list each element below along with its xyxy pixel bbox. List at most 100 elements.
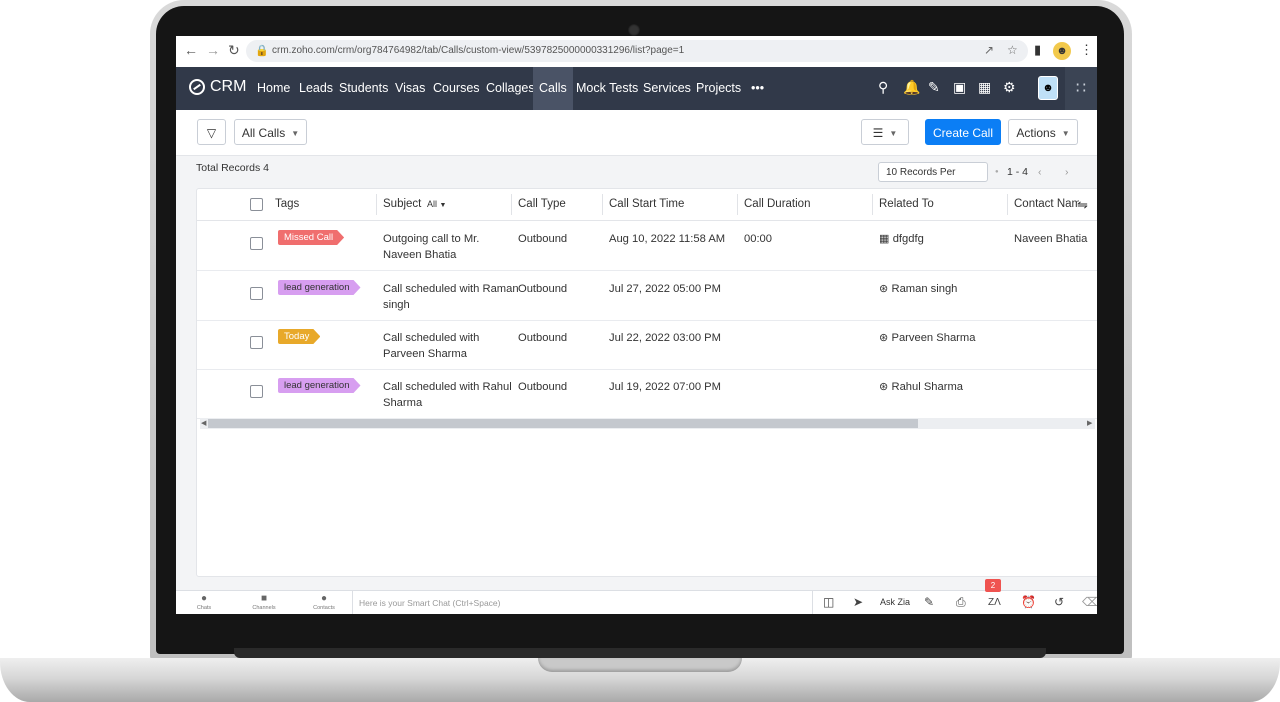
related-to-text: dfgdfg bbox=[892, 233, 924, 245]
tag-missed-call[interactable]: Missed Call bbox=[278, 230, 344, 245]
scroll-right-icon[interactable]: ▶ bbox=[1087, 418, 1092, 429]
row-checkbox[interactable] bbox=[250, 336, 263, 349]
related-to-cell[interactable]: ⊛ Raman singh bbox=[879, 281, 957, 297]
subject-line-2: Naveen Bhatia bbox=[383, 249, 457, 261]
share-icon[interactable]: ↗ bbox=[984, 43, 994, 57]
nav-collages[interactable]: Collages bbox=[480, 67, 541, 110]
table-row[interactable]: Missed Call Outgoing call to Mr. Naveen B… bbox=[197, 221, 1097, 271]
subject-cell[interactable]: Call scheduled with Parveen Sharma bbox=[383, 330, 479, 362]
filter-button[interactable]: ▽ bbox=[197, 119, 226, 145]
bell-icon[interactable]: 🔔 bbox=[903, 79, 920, 96]
nav-calls[interactable]: Calls bbox=[533, 67, 573, 110]
column-call-duration[interactable]: Call Duration bbox=[744, 189, 810, 220]
tag-today[interactable]: Today bbox=[278, 329, 320, 344]
laptop-notch bbox=[538, 658, 742, 672]
column-tags[interactable]: Tags bbox=[275, 189, 299, 220]
scrollbar-thumb[interactable] bbox=[208, 419, 918, 428]
kebab-menu-icon[interactable]: ⋮ bbox=[1080, 42, 1093, 58]
forward-arrow-icon[interactable]: → bbox=[206, 42, 220, 58]
column-divider bbox=[1007, 194, 1008, 215]
notes-icon[interactable]: ⎙ bbox=[956, 595, 966, 610]
crm-logo[interactable]: CRM bbox=[189, 78, 246, 96]
reload-icon[interactable]: ↻ bbox=[228, 42, 240, 59]
history-icon[interactable]: ↺ bbox=[1054, 595, 1064, 609]
channels-label: Channels bbox=[252, 605, 276, 611]
zia-icon[interactable]: ✎ bbox=[924, 595, 934, 609]
column-subject[interactable]: Subject bbox=[383, 189, 421, 220]
scroll-left-icon[interactable]: ◀ bbox=[201, 418, 206, 429]
row-checkbox[interactable] bbox=[250, 237, 263, 250]
alarm-clock-icon[interactable]: ⏰ bbox=[1021, 595, 1036, 609]
horizontal-scrollbar[interactable]: ◀ ▶ bbox=[200, 418, 1095, 429]
back-arrow-icon[interactable]: ← bbox=[184, 42, 198, 58]
calendar-icon[interactable]: ▣ bbox=[953, 79, 966, 96]
user-avatar[interactable]: ☻ bbox=[1038, 76, 1058, 100]
star-icon[interactable]: ☆ bbox=[1007, 43, 1018, 57]
pager-separator: ● bbox=[995, 169, 999, 175]
trash-icon[interactable]: ⌫ bbox=[1082, 595, 1097, 609]
related-to-cell[interactable]: ▦ dfgdfg bbox=[879, 231, 924, 247]
call-type-cell: Outbound bbox=[518, 283, 568, 295]
row-checkbox[interactable] bbox=[250, 385, 263, 398]
screen: ← → ↻ 🔒 crm.zoho.com/crm/org784764982/ta… bbox=[176, 36, 1097, 614]
app-grid-icon[interactable]: ∷ bbox=[1065, 67, 1097, 110]
select-all-checkbox[interactable] bbox=[250, 198, 263, 211]
column-call-start-time[interactable]: Call Start Time bbox=[609, 189, 684, 220]
create-call-button[interactable]: Create Call bbox=[925, 119, 1001, 145]
subject-cell[interactable]: Call scheduled with Raman singh bbox=[383, 281, 519, 313]
total-records-label: Total Records bbox=[196, 162, 261, 174]
related-to-cell[interactable]: ⊛ Rahul Sharma bbox=[879, 379, 963, 395]
column-contact-name[interactable]: Contact Nam bbox=[1014, 189, 1079, 220]
tag-lead-generation[interactable]: lead generation bbox=[278, 280, 361, 295]
nav-more[interactable]: ••• bbox=[745, 67, 770, 110]
ask-zia-button[interactable]: Ask Zia bbox=[880, 597, 910, 607]
related-to-cell[interactable]: ⊛ Parveen Sharma bbox=[879, 330, 975, 346]
actions-button[interactable]: Actions ▼ bbox=[1008, 119, 1078, 145]
table-row[interactable]: Today Call scheduled with Parveen Sharma … bbox=[197, 320, 1097, 370]
sidebar-toggle-icon[interactable]: ▮ bbox=[1034, 42, 1041, 58]
prev-page-icon[interactable]: ‹ bbox=[1038, 166, 1042, 178]
subject-filter-dropdown[interactable]: All ▼ bbox=[427, 189, 446, 220]
next-page-icon[interactable]: › bbox=[1065, 166, 1069, 178]
table-row[interactable]: lead generation Call scheduled with Rama… bbox=[197, 271, 1097, 321]
zia-bot-icon[interactable]: ZΛ bbox=[988, 597, 1001, 608]
total-records-count: 4 bbox=[263, 162, 269, 174]
nav-courses[interactable]: Courses bbox=[427, 67, 486, 110]
add-entry-icon[interactable]: ✎ bbox=[928, 79, 940, 96]
nav-students[interactable]: Students bbox=[333, 67, 394, 110]
table-row[interactable]: lead generation Call scheduled with Rahu… bbox=[197, 369, 1097, 419]
nav-services[interactable]: Services bbox=[637, 67, 697, 110]
search-icon[interactable]: ⚲ bbox=[878, 79, 888, 96]
chats-button[interactable]: ● Chats bbox=[189, 593, 219, 611]
browser-profile-icon[interactable]: ☻ bbox=[1053, 42, 1071, 60]
contact-cell[interactable]: Naveen Bhatia bbox=[1014, 231, 1087, 247]
column-call-type[interactable]: Call Type bbox=[518, 189, 566, 220]
megaphone-icon[interactable]: ➤ bbox=[853, 595, 863, 609]
subject-cell[interactable]: Call scheduled with Rahul Sharma bbox=[383, 379, 512, 411]
chats-label: Chats bbox=[196, 605, 212, 611]
row-checkbox[interactable] bbox=[250, 287, 263, 300]
call-type-cell: Outbound bbox=[518, 233, 568, 245]
contacts-button[interactable]: ● Contacts bbox=[309, 593, 339, 611]
gear-icon[interactable]: ⚙ bbox=[1003, 79, 1016, 96]
nav-home[interactable]: Home bbox=[251, 67, 296, 110]
subject-line-1: Call scheduled with Raman bbox=[383, 283, 519, 295]
call-type-cell: Outbound bbox=[518, 381, 568, 393]
screen-share-icon[interactable]: ◫ bbox=[823, 595, 834, 609]
view-selector[interactable]: All Calls ▼ bbox=[234, 119, 307, 145]
logo-text: CRM bbox=[210, 78, 247, 95]
list-view-toggle[interactable]: ☰ ▼ bbox=[861, 119, 909, 145]
caret-down-icon: ▼ bbox=[439, 202, 447, 209]
smart-chat-input[interactable]: Here is your Smart Chat (Ctrl+Space) bbox=[352, 591, 812, 614]
nav-visas[interactable]: Visas bbox=[389, 67, 431, 110]
subject-cell[interactable]: Outgoing call to Mr. Naveen Bhatia bbox=[383, 231, 479, 263]
nav-projects[interactable]: Projects bbox=[690, 67, 747, 110]
records-per-page-select[interactable]: 10 Records Per Page▼ bbox=[878, 162, 988, 199]
nav-mock-tests[interactable]: Mock Tests bbox=[570, 67, 644, 110]
marketplace-icon[interactable]: ▦ bbox=[978, 79, 991, 96]
channels-button[interactable]: ■ Channels bbox=[249, 593, 279, 611]
column-related-to[interactable]: Related To bbox=[879, 189, 934, 220]
address-bar[interactable]: 🔒 crm.zoho.com/crm/org784764982/tab/Call… bbox=[246, 40, 1028, 62]
tag-lead-generation[interactable]: lead generation bbox=[278, 378, 361, 393]
column-settings-icon[interactable]: ⇋ bbox=[1077, 189, 1088, 220]
